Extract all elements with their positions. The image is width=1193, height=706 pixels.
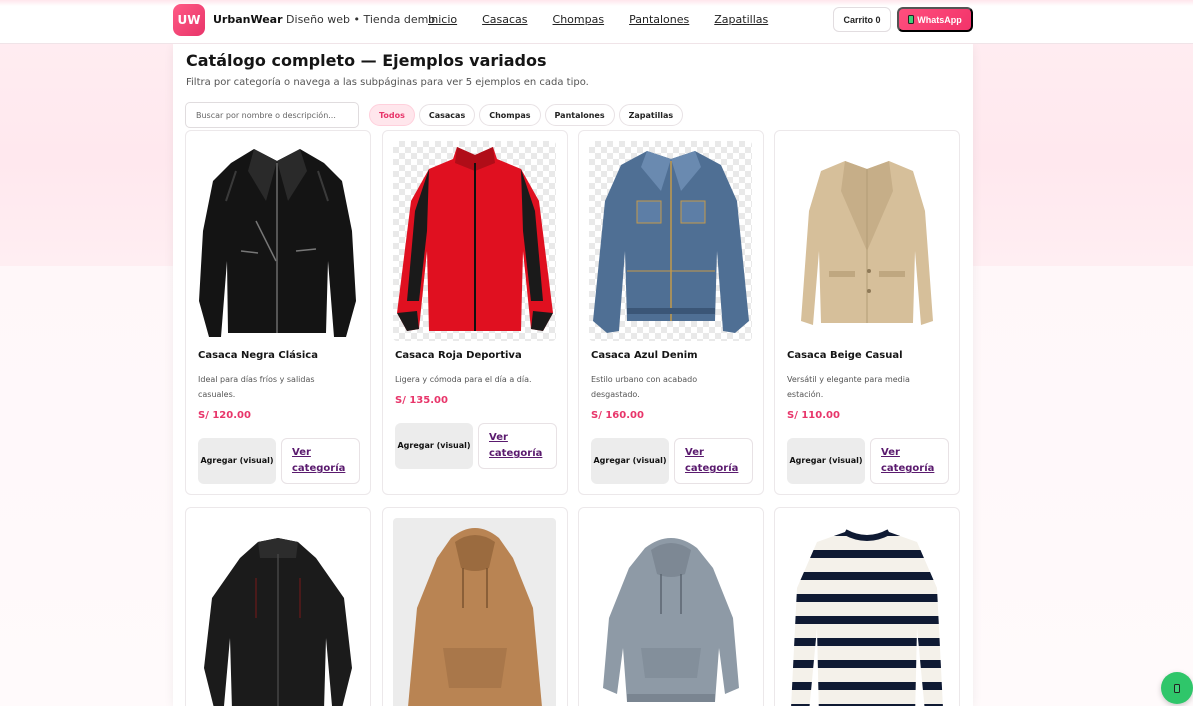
logo-text: UW	[177, 13, 201, 27]
main-nav: Inicio Casacas Chompas Pantalones Zapati…	[428, 13, 793, 26]
search-input[interactable]	[185, 102, 359, 128]
filter-chip-todos[interactable]: Todos	[369, 104, 415, 126]
view-category-link[interactable]: Ver categoría	[478, 423, 557, 469]
black-leather-jacket-image	[199, 149, 356, 337]
product-image[interactable]	[393, 518, 556, 706]
top-header: UW UrbanWear Diseño web • Tienda demo In…	[0, 0, 1193, 44]
logo-badge[interactable]: UW	[173, 4, 205, 36]
product-price: S/ 160.00	[591, 410, 644, 421]
phone-icon	[908, 15, 915, 24]
tan-hoodie-image	[408, 528, 542, 706]
product-description: Ideal para días fríos y salidas casuales…	[198, 375, 315, 399]
filter-chip-casacas[interactable]: Casacas	[418, 104, 476, 126]
brand: UrbanWear Diseño web • Tienda demo	[213, 13, 435, 26]
product-card: Casaca Beige Casual Versátil y elegante …	[774, 130, 960, 495]
add-to-cart-button[interactable]: Agregar (visual)	[395, 423, 473, 469]
striped-sweater-image	[791, 529, 943, 706]
whatsapp-button[interactable]: WhatsApp	[897, 7, 973, 32]
product-image[interactable]	[393, 141, 556, 341]
whatsapp-label: WhatsApp	[917, 14, 962, 25]
phone-icon	[1174, 683, 1180, 693]
whatsapp-floating-button[interactable]	[1161, 672, 1193, 704]
nav-link-zapatillas[interactable]: Zapatillas	[714, 13, 768, 26]
product-card	[578, 507, 764, 706]
product-image[interactable]	[196, 141, 359, 341]
category-filters: Todos Casacas Chompas Pantalones Zapatil…	[369, 104, 684, 126]
product-image[interactable]	[589, 518, 752, 706]
product-price: S/ 110.00	[787, 410, 840, 421]
product-card	[382, 507, 568, 706]
product-description: Estilo urbano con acabado desgastado.	[591, 375, 698, 399]
product-card: Casaca Negra Clásica Ideal para días frí…	[185, 130, 371, 495]
product-image[interactable]	[589, 141, 752, 341]
grey-hoodie-image	[603, 538, 739, 702]
product-card	[185, 507, 371, 706]
brand-tagline: Diseño web • Tienda demo	[282, 13, 436, 26]
nav-link-inicio[interactable]: Inicio	[428, 13, 457, 26]
product-description: Versátil y elegante para media estación.	[787, 375, 910, 399]
page-title: Catálogo completo — Ejemplos variados	[186, 51, 547, 70]
cart-button[interactable]: Carrito 0	[833, 7, 891, 32]
filter-chip-pantalones[interactable]: Pantalones	[544, 104, 615, 126]
page-subtitle: Filtra por categoría o navega a las subp…	[186, 77, 589, 88]
product-price: S/ 135.00	[395, 395, 448, 406]
black-fleece-jacket-image	[204, 538, 352, 706]
product-price: S/ 120.00	[198, 410, 251, 421]
filter-chip-chompas[interactable]: Chompas	[479, 104, 541, 126]
add-to-cart-button[interactable]: Agregar (visual)	[198, 438, 276, 484]
beige-blazer-image	[801, 161, 933, 325]
nav-link-pantalones[interactable]: Pantalones	[629, 13, 689, 26]
product-card	[774, 507, 960, 706]
add-to-cart-button[interactable]: Agregar (visual)	[787, 438, 865, 484]
denim-jacket-image	[593, 151, 749, 333]
view-category-link[interactable]: Ver categoría	[870, 438, 949, 484]
view-category-link[interactable]: Ver categoría	[281, 438, 360, 484]
brand-name: UrbanWear	[213, 13, 283, 26]
product-title: Casaca Negra Clásica	[198, 350, 318, 361]
filter-chip-zapatillas[interactable]: Zapatillas	[618, 104, 684, 126]
product-title: Casaca Azul Denim	[591, 350, 698, 361]
product-image[interactable]	[785, 141, 948, 341]
product-image[interactable]	[196, 518, 359, 706]
product-title: Casaca Beige Casual	[787, 350, 903, 361]
view-category-link[interactable]: Ver categoría	[674, 438, 753, 484]
product-card: Casaca Azul Denim Estilo urbano con acab…	[578, 130, 764, 495]
product-title: Casaca Roja Deportiva	[395, 350, 522, 361]
add-to-cart-button[interactable]: Agregar (visual)	[591, 438, 669, 484]
nav-link-casacas[interactable]: Casacas	[482, 13, 527, 26]
product-card: Casaca Roja Deportiva Ligera y cómoda pa…	[382, 130, 568, 495]
red-sport-jacket-image	[397, 147, 553, 331]
product-image[interactable]	[785, 518, 948, 706]
nav-link-chompas[interactable]: Chompas	[553, 13, 605, 26]
product-description: Ligera y cómoda para el día a día.	[395, 375, 532, 384]
